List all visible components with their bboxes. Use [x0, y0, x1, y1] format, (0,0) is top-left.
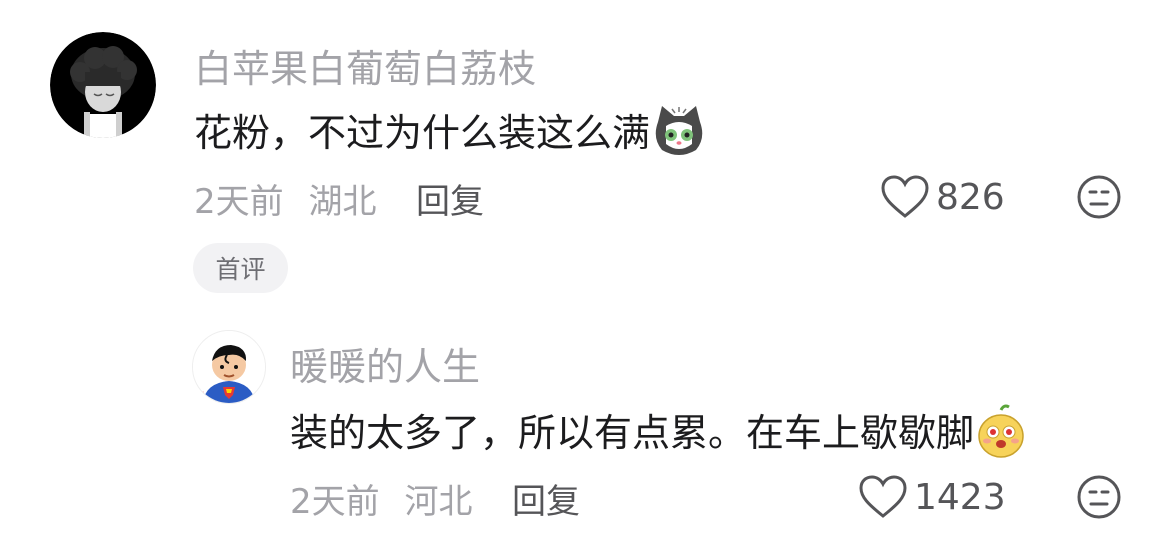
username[interactable]: 暖暖的人生: [290, 336, 480, 391]
neutral-face-icon: [1077, 175, 1121, 219]
timestamp: 2天前: [194, 182, 284, 222]
dislike-button[interactable]: [1076, 474, 1122, 524]
reply-button[interactable]: 回复: [512, 474, 580, 523]
dislike-button[interactable]: [1076, 174, 1122, 224]
timestamp: 2天前: [290, 482, 380, 522]
like-button[interactable]: 826: [880, 174, 1005, 220]
avatar[interactable]: [50, 32, 156, 138]
comment-meta: 2天前 河北: [290, 474, 472, 523]
username[interactable]: 白苹果白葡萄白荔枝: [194, 38, 536, 93]
comment-text-content: 装的太多了，所以有点累。在车上歇歇脚: [290, 411, 975, 455]
like-button[interactable]: 1423: [858, 474, 1006, 520]
heart-icon: [859, 475, 907, 518]
comment-text: 花粉，不过为什么装这么满: [194, 102, 706, 167]
comment-text: 装的太多了，所以有点累。在车上歇歇脚: [290, 402, 1026, 467]
comment-meta: 2天前 湖北: [194, 174, 376, 223]
location: 湖北: [308, 182, 377, 222]
like-count: 826: [936, 176, 1005, 218]
location: 河北: [404, 482, 473, 522]
avatar[interactable]: [192, 330, 266, 404]
cat-face-icon: [652, 104, 706, 167]
neutral-face-icon: [1077, 475, 1121, 519]
comment-text-content: 花粉，不过为什么装这么满: [194, 111, 651, 155]
superman-avatar-icon: [193, 331, 265, 403]
first-comment-badge: 首评: [193, 243, 288, 293]
user-avatar-icon: [50, 32, 156, 138]
heart-icon: [881, 175, 929, 218]
reply-button[interactable]: 回复: [416, 174, 484, 223]
potato-face-icon: [976, 404, 1026, 467]
like-count: 1423: [914, 476, 1006, 518]
